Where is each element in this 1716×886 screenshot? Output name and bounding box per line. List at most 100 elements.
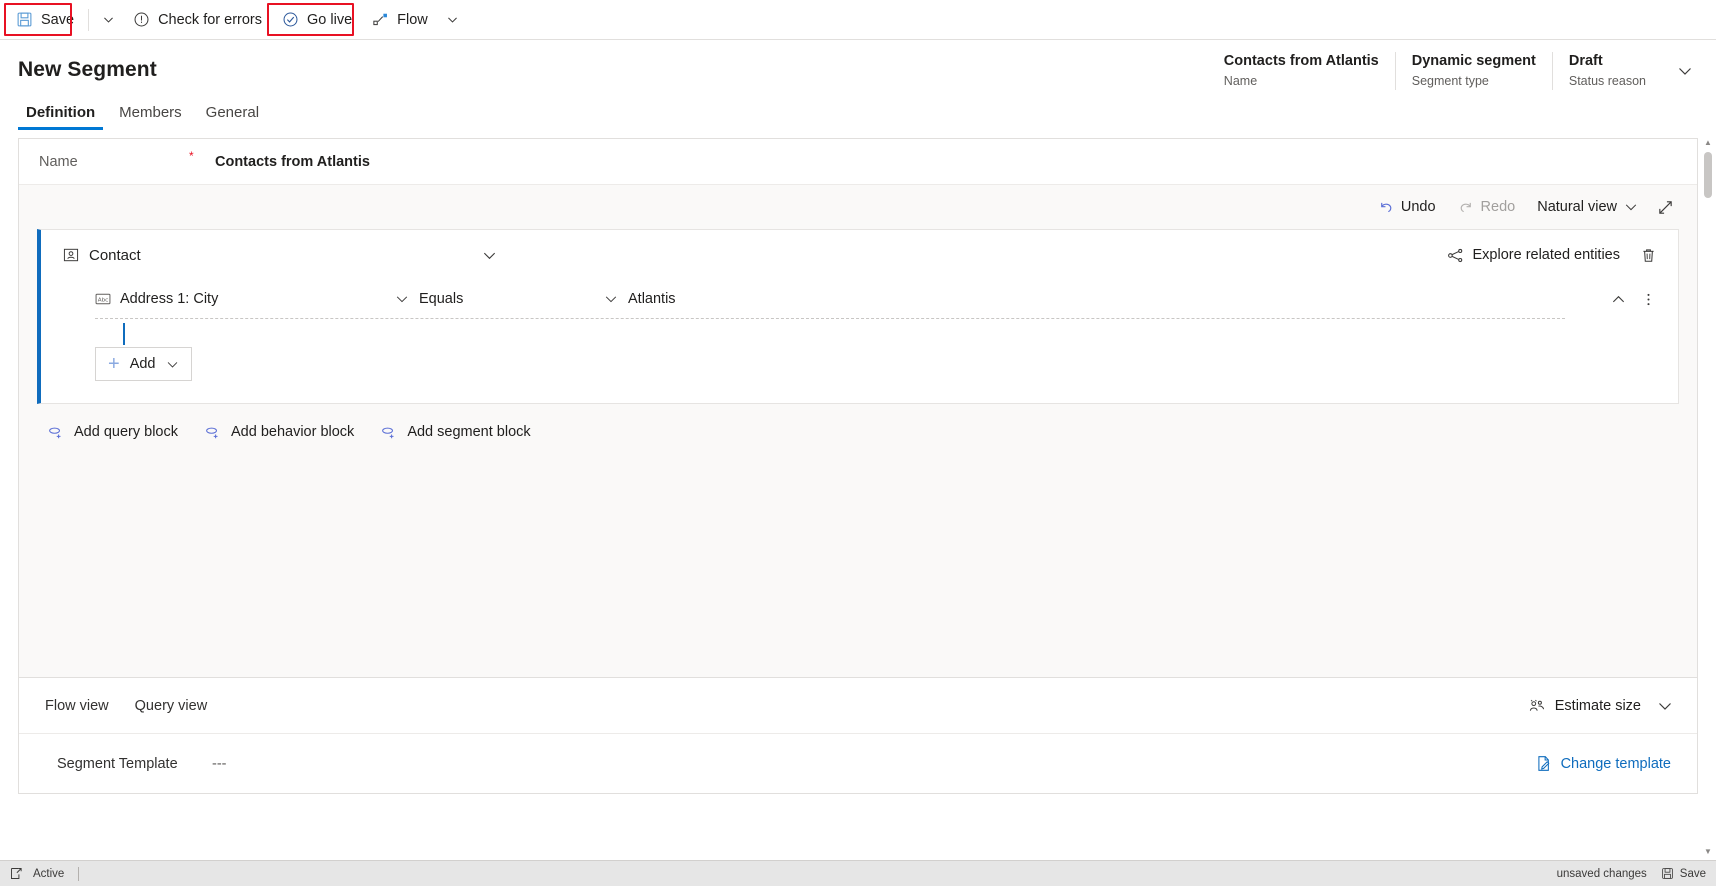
scroll-up-arrow[interactable]: ▲ (1703, 138, 1713, 147)
redo-icon (1458, 199, 1474, 215)
name-field-value[interactable]: Contacts from Atlantis (215, 154, 370, 170)
tab-definition-label: Definition (26, 104, 96, 121)
condition-operator-chevron[interactable] (594, 292, 628, 306)
query-block-actions: Explore related entities (1439, 241, 1663, 269)
query-block-header: Contact Explore related entities (41, 230, 1678, 280)
svg-text:Abc: Abc (98, 297, 109, 303)
header-meta-segment-type-value: Dynamic segment (1411, 53, 1536, 69)
check-circle-icon (282, 11, 299, 28)
condition-field-selector[interactable]: Abc Address 1: City (95, 291, 385, 307)
form-state-icon[interactable] (10, 867, 23, 880)
redo-button: Redo (1449, 192, 1525, 222)
condition-value-input[interactable]: Atlantis (628, 291, 676, 307)
check-for-errors-button[interactable]: Check for errors (123, 4, 272, 36)
tab-query-view[interactable]: Query view (127, 692, 216, 720)
chevron-down-icon (605, 296, 617, 303)
designer-footer-panel: Flow view Query view Estimate size (19, 677, 1697, 733)
tab-flow-view[interactable]: Flow view (37, 692, 117, 720)
save-button[interactable]: Save (6, 4, 84, 36)
flow-options-caret[interactable] (438, 4, 468, 36)
status-save-button[interactable]: Save (1661, 867, 1706, 880)
flow-button[interactable]: Flow (362, 4, 438, 36)
add-block-icon (380, 424, 397, 440)
tab-bar: Definition Members General (0, 98, 1716, 130)
tab-definition[interactable]: Definition (18, 98, 104, 130)
chevron-down-icon (1624, 200, 1638, 214)
add-query-block-button[interactable]: Add query block (39, 418, 186, 446)
segment-designer: Undo Redo Natural view Contact Explore r… (19, 185, 1697, 677)
segment-definition-card: Name * Contacts from Atlantis Undo Redo … (18, 138, 1698, 794)
save-button-label: Save (41, 11, 75, 28)
flow-icon (372, 11, 389, 28)
undo-button[interactable]: Undo (1369, 192, 1445, 222)
footer-panel-expand-toggle[interactable] (1651, 692, 1679, 720)
drop-indicator (123, 323, 125, 345)
segment-template-label: Segment Template (57, 755, 178, 772)
content-scrollbar[interactable]: ▲ ▼ (1702, 138, 1714, 860)
segment-template-value: --- (212, 755, 227, 772)
contact-entity-icon (63, 247, 79, 263)
trash-icon[interactable] (1634, 241, 1662, 269)
share-nodes-icon (1447, 247, 1464, 264)
header-meta-expand-button[interactable] (1672, 58, 1698, 84)
plus-icon: + (108, 353, 120, 375)
condition-row-actions (1604, 285, 1662, 313)
chevron-down-icon (396, 296, 408, 303)
add-segment-block-button[interactable]: Add segment block (372, 418, 538, 446)
header-meta-name-value: Contacts from Atlantis (1223, 53, 1379, 69)
header-meta-group: Contacts from Atlantis Name Dynamic segm… (1208, 52, 1698, 90)
view-mode-selector[interactable]: Natural view (1528, 192, 1647, 222)
explore-related-entities-label: Explore related entities (1472, 247, 1621, 263)
header-meta-segment-type: Dynamic segment Segment type (1394, 52, 1552, 90)
add-segment-block-label: Add segment block (407, 424, 531, 440)
tab-flow-view-label: Flow view (45, 697, 109, 714)
change-template-button[interactable]: Change template (1528, 749, 1679, 778)
save-options-caret[interactable] (93, 4, 123, 36)
add-condition-label: Add (129, 356, 156, 372)
header-meta-status-reason: Draft Status reason (1551, 52, 1662, 90)
view-mode-label: Natural view (1537, 199, 1617, 215)
explore-related-entities-button[interactable]: Explore related entities (1439, 242, 1629, 269)
condition-field-chevron[interactable] (385, 292, 419, 306)
status-divider (78, 866, 80, 881)
condition-collapse-icon[interactable] (1604, 285, 1632, 313)
add-condition-button[interactable]: + Add (95, 347, 192, 381)
block-adder-row: Add query block Add behavior block Add s… (37, 404, 1679, 446)
add-block-icon (47, 424, 64, 440)
people-icon (1528, 698, 1546, 714)
undo-icon (1378, 199, 1394, 215)
warning-circle-icon (133, 11, 150, 28)
condition-field-label: Address 1: City (120, 291, 219, 307)
add-behavior-block-button[interactable]: Add behavior block (196, 418, 362, 446)
condition-row-separator (95, 318, 1565, 319)
chevron-down-icon (484, 252, 496, 259)
add-behavior-block-label: Add behavior block (230, 424, 355, 440)
header-meta-name: Contacts from Atlantis Name (1208, 52, 1395, 90)
command-divider-1 (88, 8, 90, 31)
header-meta-segment-type-label: Segment type (1411, 74, 1489, 88)
tab-general-label: General (205, 104, 260, 121)
status-bar: Active unsaved changes Save (0, 860, 1716, 886)
query-block: Contact Explore related entities Abc Add… (37, 229, 1679, 404)
go-live-button[interactable]: Go live (272, 4, 362, 36)
query-block-entity: Contact (63, 247, 141, 264)
scroll-down-arrow[interactable]: ▼ (1703, 847, 1713, 856)
check-for-errors-label: Check for errors (158, 11, 263, 28)
scrollbar-thumb[interactable] (1704, 152, 1712, 198)
add-condition-wrap: + Add (41, 345, 1678, 403)
estimate-size-button[interactable]: Estimate size (1520, 693, 1649, 719)
status-save-label: Save (1679, 867, 1706, 880)
tab-general[interactable]: General (198, 98, 267, 130)
segment-template-row: Segment Template --- Change template (19, 733, 1697, 793)
chevron-down-icon (166, 358, 179, 371)
condition-operator-value[interactable]: Equals (419, 291, 594, 307)
tab-members[interactable]: Members (111, 98, 190, 130)
status-bar-left: Active (10, 866, 80, 881)
footer-panel-actions: Estimate size (1520, 692, 1679, 720)
query-block-collapse-toggle[interactable] (477, 242, 503, 268)
expand-diagonal-icon[interactable] (1651, 193, 1679, 221)
unsaved-changes-label: unsaved changes (1556, 867, 1647, 880)
name-field-row: Name * Contacts from Atlantis (19, 139, 1697, 185)
chevron-down-icon (448, 17, 458, 23)
condition-more-options-icon[interactable] (1634, 285, 1662, 313)
